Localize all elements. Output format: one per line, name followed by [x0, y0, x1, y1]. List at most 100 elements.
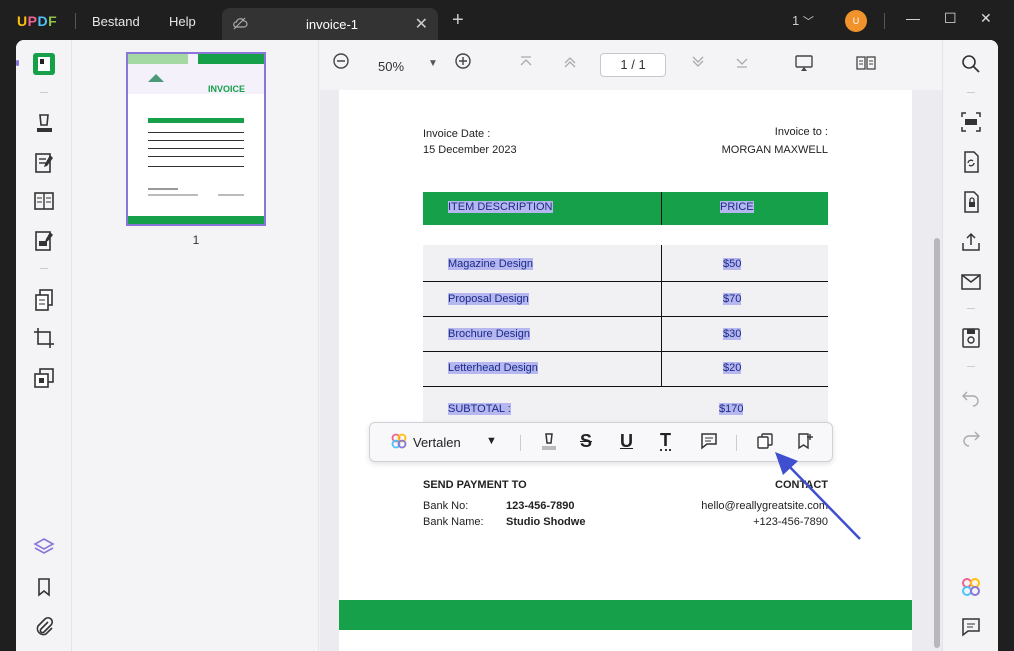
window-close-icon[interactable]: ✕: [980, 10, 992, 27]
item-price: $30: [723, 328, 742, 340]
layers-icon[interactable]: [32, 535, 56, 559]
divider: [736, 435, 737, 451]
item-description: Magazine Design: [448, 258, 533, 270]
ocr-icon[interactable]: [959, 110, 983, 134]
pdf-page[interactable]: Invoice Date : 15 December 2023 Invoice …: [339, 90, 912, 651]
pointer-arrow-icon: [775, 452, 861, 540]
title-bar: UPDF Bestand Help invoice-1 ✕ + 1 ﹀ U — …: [0, 0, 1014, 42]
ai-assistant-icon[interactable]: [959, 575, 983, 599]
invoice-to-label: Invoice to :: [774, 126, 828, 138]
updf-logo: UPDF: [17, 13, 58, 29]
zoom-level[interactable]: 50%: [378, 59, 404, 74]
thumb-line: [148, 156, 244, 157]
thumb-table-header: [148, 118, 244, 123]
convert-icon[interactable]: [959, 150, 983, 174]
window-count[interactable]: 1 ﹀: [792, 13, 814, 29]
zoom-in-icon[interactable]: [454, 52, 472, 73]
divider: [520, 435, 521, 451]
page-number-input[interactable]: 1 / 1: [600, 53, 666, 77]
highlight-icon[interactable]: [540, 432, 558, 457]
item-price: $50: [723, 258, 742, 270]
avatar[interactable]: U: [845, 10, 867, 32]
invoice-to-value: MORGAN MAXWELL: [721, 144, 828, 156]
thumb-line: [148, 140, 244, 141]
zoom-dropdown-icon[interactable]: ▼: [428, 58, 438, 69]
last-page-icon[interactable]: [734, 54, 750, 73]
item-description: Brochure Design: [448, 328, 530, 340]
form-icon[interactable]: [32, 229, 56, 253]
save-icon[interactable]: [959, 326, 983, 350]
left-toolbar: [16, 40, 72, 651]
thumbnail-page-number: 1: [192, 233, 200, 247]
translate-dropdown-icon[interactable]: ▼: [486, 435, 497, 447]
undo-icon[interactable]: [959, 384, 983, 408]
search-icon[interactable]: [959, 52, 983, 76]
thumb-stripe: [198, 54, 264, 64]
right-toolbar: [942, 40, 998, 651]
pages-icon[interactable]: [32, 288, 56, 312]
divider: [40, 268, 48, 269]
bank-name-label: Bank Name:: [423, 516, 484, 528]
prev-page-icon[interactable]: [562, 54, 578, 73]
protect-icon[interactable]: [959, 190, 983, 214]
edit-pdf-icon[interactable]: [32, 151, 56, 175]
invoice-date-value: 15 December 2023: [423, 144, 517, 156]
view-toolbar: 50% ▼ 1 / 1: [320, 40, 942, 90]
batch-icon[interactable]: [32, 366, 56, 390]
divider: [40, 92, 48, 93]
document-tab[interactable]: invoice-1 ✕: [222, 8, 438, 40]
thumb-logo: [148, 74, 164, 82]
ai-translate-icon[interactable]: [390, 432, 408, 455]
menu-bestand[interactable]: Bestand: [92, 14, 140, 29]
comment-highlight-icon[interactable]: [32, 111, 56, 135]
subtotal-label: SUBTOTAL :: [448, 403, 511, 415]
page-layout-icon[interactable]: [856, 54, 876, 75]
strikethrough-icon[interactable]: S: [580, 431, 592, 452]
crop-icon[interactable]: [32, 326, 56, 350]
email-icon[interactable]: [959, 270, 983, 294]
underline-icon[interactable]: U: [620, 431, 633, 452]
close-tab-icon[interactable]: ✕: [415, 14, 428, 34]
item-description: Letterhead Design: [448, 362, 538, 374]
squiggly-icon[interactable]: T: [660, 431, 671, 451]
document-viewer: 50% ▼ 1 / 1 Invoice Date: 15 December 2…: [320, 40, 942, 651]
add-tab-icon[interactable]: +: [452, 9, 464, 32]
share-icon[interactable]: [959, 230, 983, 254]
thumb-line: [148, 166, 244, 167]
invoice-date-label: Invoice Date :: [423, 128, 491, 140]
vertical-scrollbar[interactable]: [934, 238, 940, 648]
divider: [884, 13, 885, 29]
thumb-text: [218, 194, 244, 196]
presentation-icon[interactable]: [794, 54, 814, 75]
bank-no-label: Bank No:: [423, 500, 469, 512]
thumb-stripe: [128, 54, 188, 64]
bank-no-value: 123-456-7890: [506, 500, 575, 512]
redo-icon[interactable]: [959, 424, 983, 448]
zoom-out-icon[interactable]: [332, 52, 350, 73]
attachment-icon[interactable]: [32, 615, 56, 639]
reader-icon[interactable]: [32, 52, 56, 76]
minimize-icon[interactable]: —: [906, 10, 920, 26]
translate-button[interactable]: Vertalen: [413, 435, 461, 450]
organize-icon[interactable]: [32, 189, 56, 213]
comments-panel-icon[interactable]: [959, 615, 983, 639]
bookmark-icon[interactable]: [32, 575, 56, 599]
thumb-title: INVOICE: [208, 84, 246, 94]
thumbnail-panel: INVOICE 1: [73, 40, 319, 651]
menu-help[interactable]: Help: [169, 14, 196, 29]
next-page-icon[interactable]: [690, 54, 706, 73]
first-page-icon[interactable]: [518, 54, 534, 73]
active-indicator: [16, 60, 19, 66]
table-row-line: [423, 351, 828, 352]
header-price: PRICE: [720, 201, 754, 213]
table-row-line: [423, 316, 828, 317]
thumb-line: [148, 132, 244, 133]
thumb-footer: [128, 216, 264, 224]
comment-icon[interactable]: [700, 432, 718, 455]
bank-name-value: Studio Shodwe: [506, 516, 586, 528]
page-thumbnail[interactable]: INVOICE: [126, 52, 266, 226]
header-description: ITEM DESCRIPTION: [448, 201, 553, 213]
thumb-line: [148, 148, 244, 149]
divider: [967, 308, 975, 309]
maximize-icon[interactable]: ☐: [944, 10, 957, 27]
